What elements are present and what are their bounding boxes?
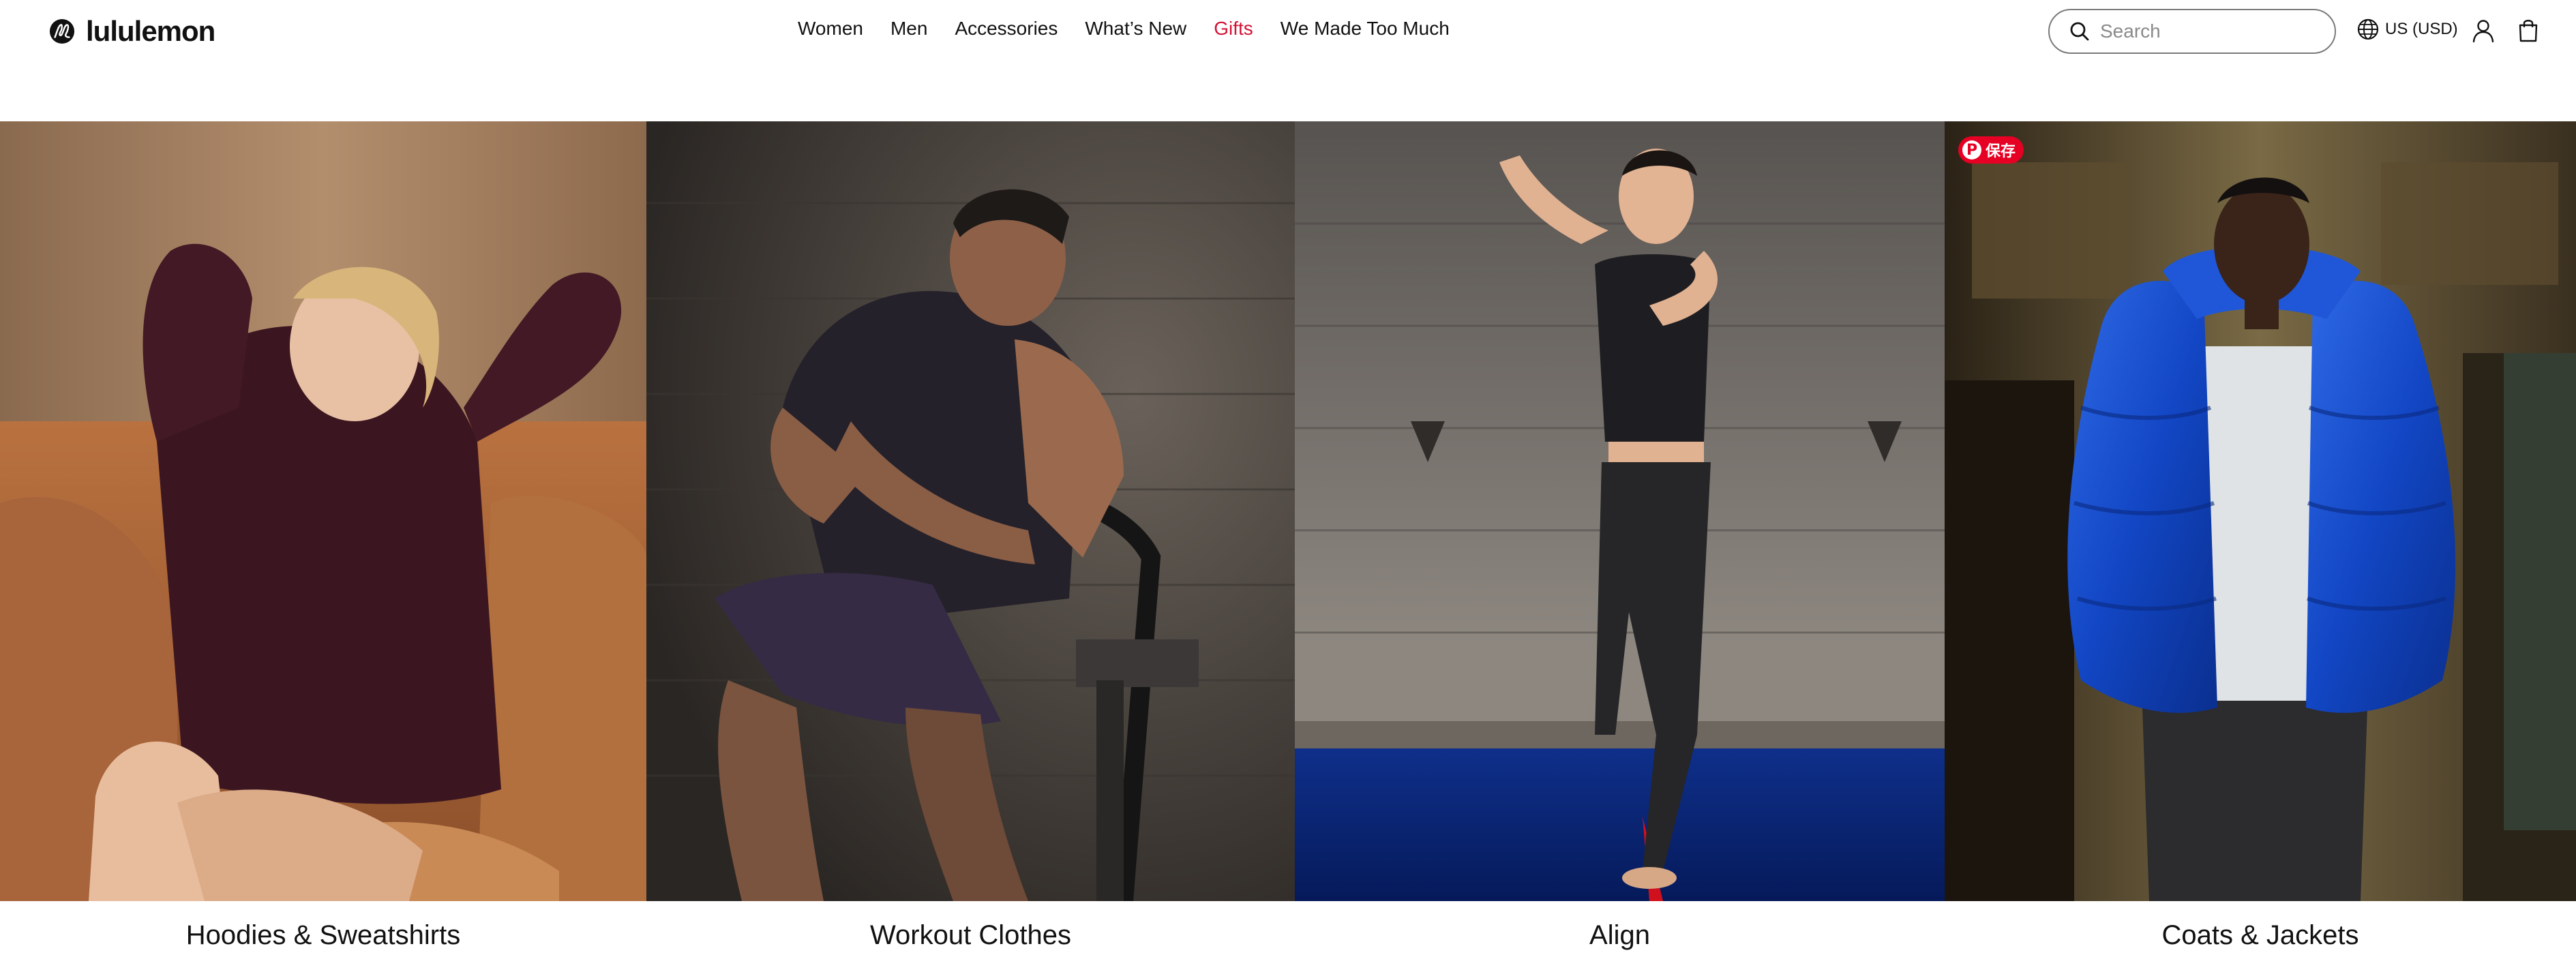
pinterest-save-button[interactable]: P 保存 bbox=[1958, 136, 2024, 164]
nav-accessories[interactable]: Accessories bbox=[955, 18, 1058, 40]
nav-gifts[interactable]: Gifts bbox=[1214, 18, 1253, 40]
lululemon-logo-icon bbox=[49, 18, 75, 44]
category-image-workout-clothes bbox=[646, 121, 1295, 901]
category-image-align bbox=[1295, 121, 1945, 901]
category-label: Align bbox=[1589, 920, 1650, 950]
nav-whats-new[interactable]: What’s New bbox=[1085, 18, 1186, 40]
globe-icon bbox=[2357, 18, 2379, 40]
category-tile-align[interactable]: Align bbox=[1295, 121, 1945, 972]
nav-men[interactable]: Men bbox=[890, 18, 927, 40]
category-grid: Hoodies & Sweatshirts Workout Clothes Al… bbox=[0, 121, 2576, 972]
brand-name: lululemon bbox=[86, 15, 215, 47]
search-box[interactable] bbox=[2048, 9, 2336, 54]
locale-label: US (USD) bbox=[2385, 20, 2458, 38]
category-tile-workout-clothes[interactable]: Workout Clothes bbox=[646, 121, 1295, 972]
category-label: Coats & Jackets bbox=[2161, 920, 2359, 950]
category-tile-hoodies[interactable]: Hoodies & Sweatshirts bbox=[0, 121, 646, 972]
pinterest-icon: P bbox=[1962, 140, 1981, 160]
nav-women[interactable]: Women bbox=[798, 18, 863, 40]
brand-logo[interactable]: lululemon bbox=[49, 15, 215, 48]
pin-save-label: 保存 bbox=[1986, 143, 2016, 160]
locale-selector[interactable]: US (USD) bbox=[2356, 18, 2458, 41]
category-tile-coats-jackets[interactable]: P 保存 Coats & Jackets bbox=[1945, 121, 2576, 972]
site-header: lululemon Women Men Accessories What’s N… bbox=[0, 0, 2576, 61]
category-image-hoodies bbox=[0, 121, 646, 901]
category-label: Hoodies & Sweatshirts bbox=[185, 920, 461, 950]
search-input[interactable] bbox=[2100, 20, 2318, 42]
category-label: Workout Clothes bbox=[870, 920, 1071, 950]
category-image-coats-jackets: P 保存 bbox=[1945, 121, 2576, 901]
nav-we-made-too-much[interactable]: We Made Too Much bbox=[1280, 18, 1450, 40]
search-icon bbox=[2070, 22, 2089, 41]
main-nav: Women Men Accessories What’s New Gifts W… bbox=[798, 18, 1450, 40]
user-icon[interactable] bbox=[2471, 18, 2496, 44]
shopping-bag-icon[interactable] bbox=[2516, 16, 2541, 44]
